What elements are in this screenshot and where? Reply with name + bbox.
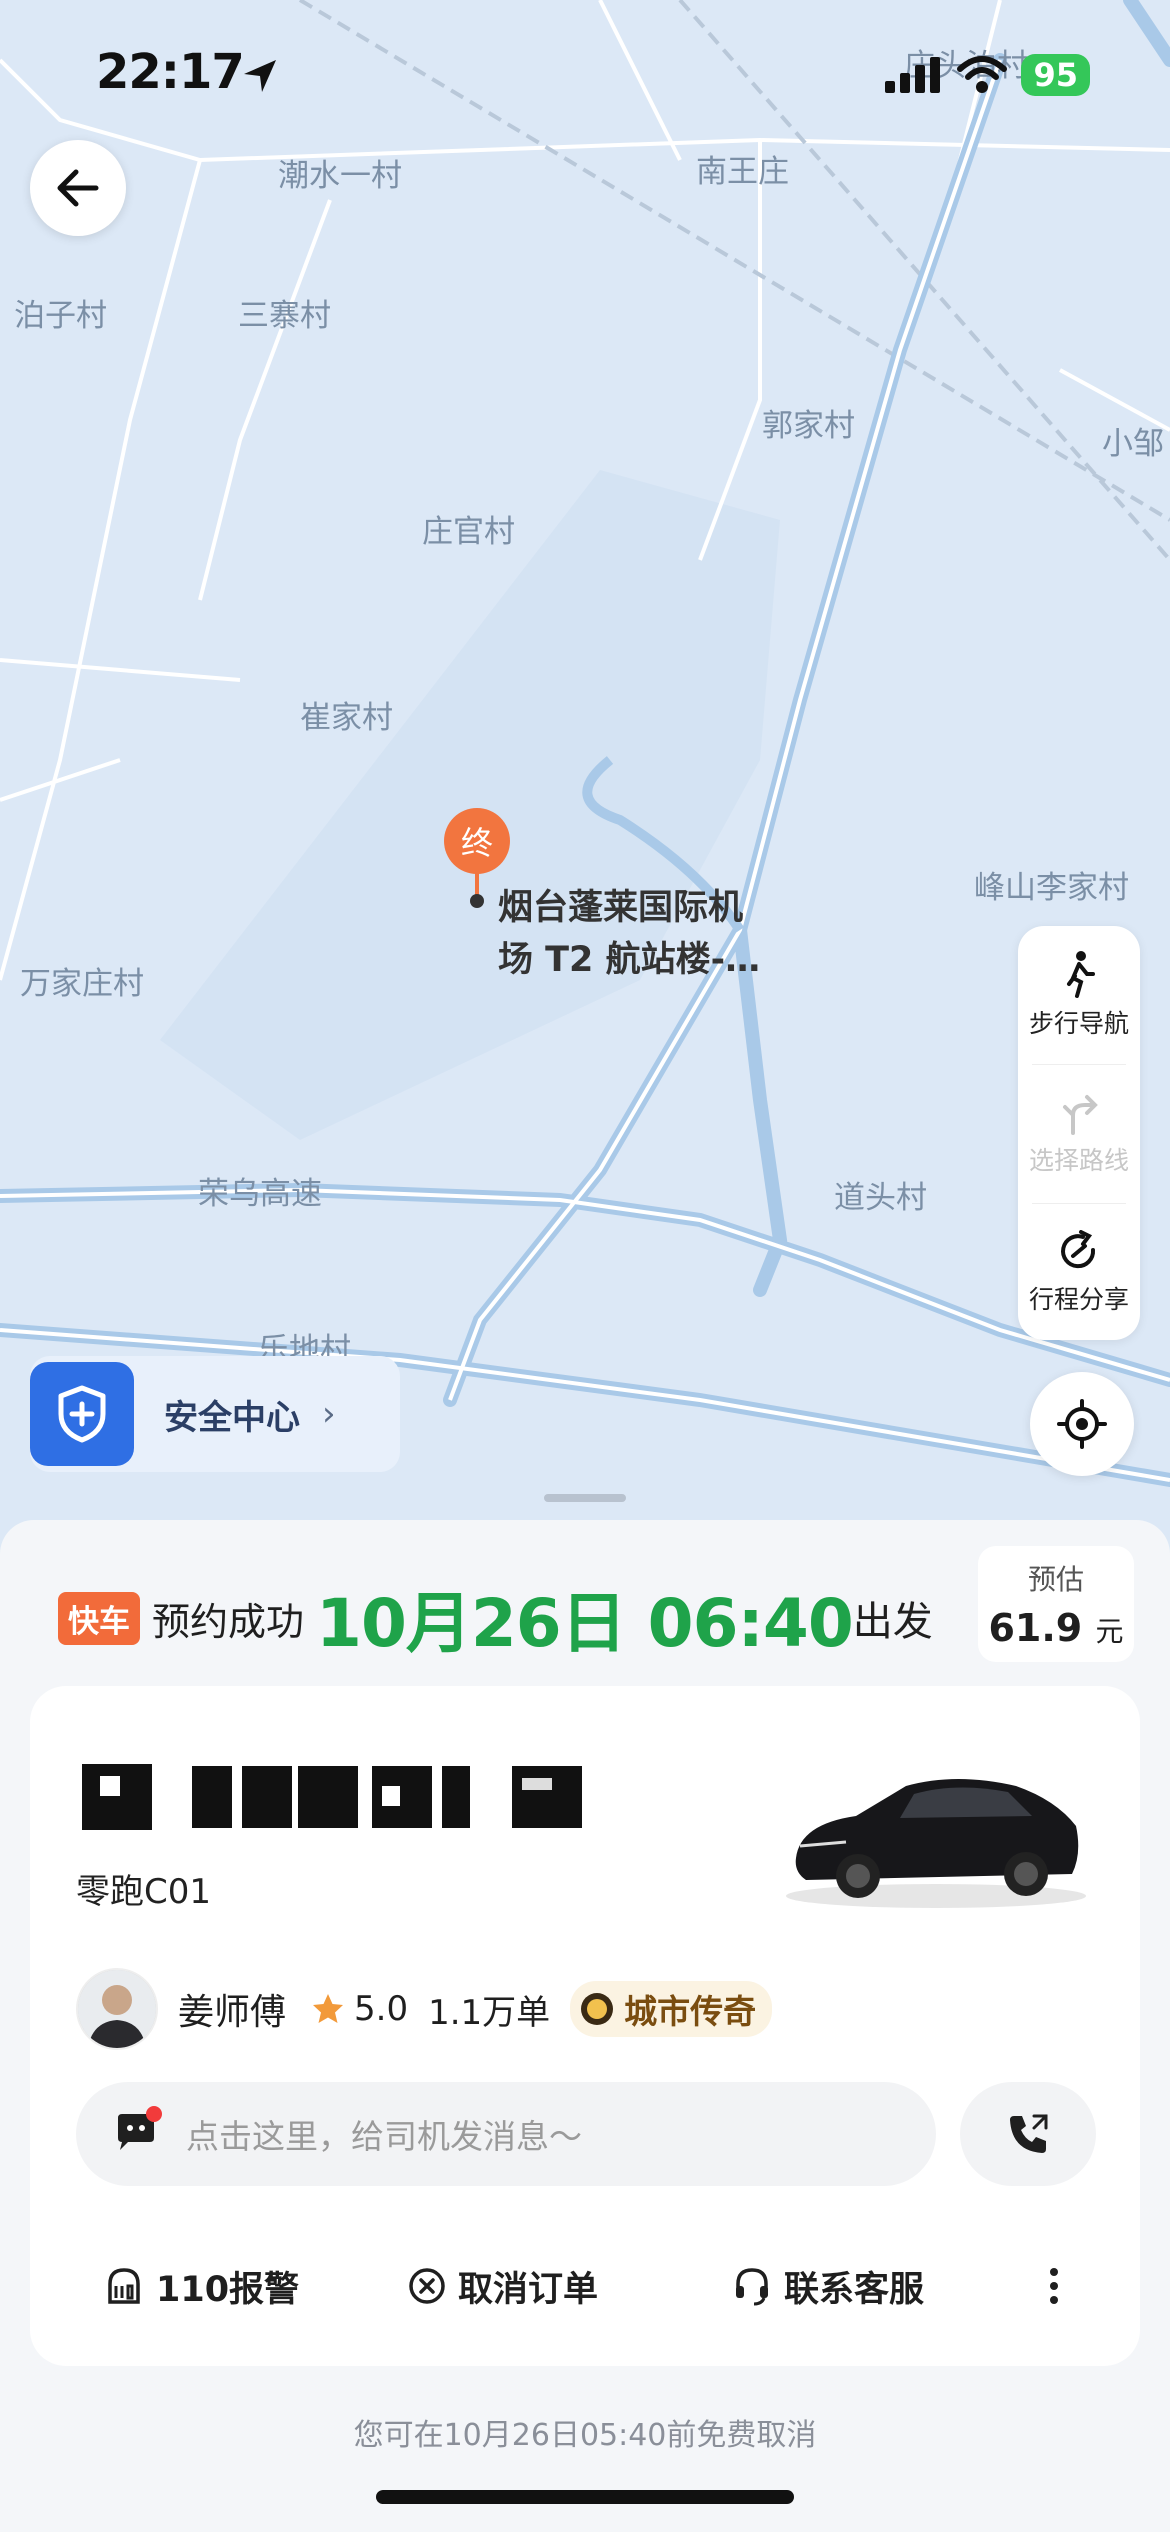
estimate-unit: 元 (1095, 1615, 1124, 1648)
chevron-right-icon: › (322, 1394, 336, 1434)
back-arrow-icon (57, 169, 99, 207)
fare-estimate[interactable]: 预估 61.9 元 (978, 1546, 1134, 1662)
action-bar: 110报警 取消订单 联系客服 (30, 2246, 1140, 2326)
cellular-signal-icon (885, 57, 941, 93)
wifi-icon (957, 56, 1008, 93)
map-place-label: 道头村 (834, 1180, 927, 1216)
departure-datetime: 10月26日 06:40 (316, 1585, 854, 1662)
walking-icon (1067, 951, 1095, 998)
battery-indicator: 95 (1021, 54, 1090, 96)
customer-service-button[interactable]: 联系客服 (732, 2246, 924, 2326)
map-place-label: 小邹 (1102, 426, 1164, 462)
estimate-value: 61.9 (988, 1606, 1083, 1650)
medal-icon (581, 1993, 614, 2025)
driver-avatar[interactable] (76, 1968, 158, 2050)
map-place-label: 崔家村 (300, 700, 393, 736)
home-indicator[interactable] (376, 2490, 794, 2504)
car-model: 零跑C01 (76, 1872, 212, 1912)
back-button[interactable] (30, 140, 126, 236)
sheet-drag-handle[interactable] (544, 1494, 626, 1502)
map-view[interactable]: 潮水一村 南王庄 泊子村 三寨村 郭家村 小邹 庄官村 崔家村 峰山李家村 万家… (0, 0, 1170, 1540)
unread-dot (146, 2106, 162, 2122)
free-cancel-note: 您可在10月26日05:40前免费取消 (353, 2418, 817, 2453)
map-place-label: 万家庄村 (20, 966, 144, 1002)
headset-icon (736, 2268, 768, 2306)
phone-icon (1010, 2114, 1048, 2153)
destination-pin[interactable]: 终 (444, 808, 510, 874)
walk-nav-label: 步行导航 (1028, 1009, 1129, 1038)
star-icon (313, 1994, 344, 2023)
trip-share-label: 行程分享 (1028, 1285, 1129, 1314)
choose-route-button[interactable]: 选择路线 (1018, 1065, 1140, 1203)
service-type-badge: 快车 (58, 1591, 140, 1645)
cancel-order-button[interactable]: 取消订单 (408, 2246, 598, 2326)
safety-center-button[interactable]: 安全中心 › (30, 1356, 400, 1472)
map-place-label: 潮水一村 (278, 158, 402, 194)
avatar-image (78, 1970, 156, 2048)
destination-label: 烟台蓬莱国际机 场 T2 航站楼-… (498, 882, 760, 986)
map-place-label: 南王庄 (696, 154, 789, 190)
location-arrow-icon (244, 60, 276, 92)
map-place-label: 峰山李家村 (974, 870, 1129, 906)
safety-center-label: 安全中心 (164, 1397, 300, 1438)
police-110-label: 110报警 (156, 2269, 300, 2310)
driver-card: 零跑C01 姜师傅 5.0 1.1万单 城市传奇 点击这里，给司机发消息～ 11… (30, 1686, 1140, 2366)
shield-plus-icon (30, 1362, 134, 1466)
route-fork-icon (1063, 1095, 1098, 1135)
driver-order-count: 1.1万单 (428, 1992, 551, 2033)
driver-info-row: 姜师傅 5.0 1.1万单 城市传奇 (76, 1968, 773, 2050)
destination-label-line2: 场 T2 航站楼-… (498, 940, 761, 980)
crosshair-icon (1057, 1399, 1107, 1449)
status-time: 22:17 (96, 44, 245, 100)
cancel-circle-icon (409, 2268, 445, 2304)
customer-service-label: 联系客服 (784, 2269, 925, 2310)
car-image (786, 1779, 1086, 1908)
call-driver-button[interactable] (960, 2082, 1096, 2186)
choose-route-label: 选择路线 (1028, 1146, 1129, 1175)
map-roads (0, 0, 1170, 1487)
more-vertical-icon[interactable] (1048, 2266, 1060, 2306)
share-refresh-icon (1061, 1230, 1096, 1269)
map-place-label: 荣乌高速 (198, 1176, 322, 1212)
booking-status: 预约成功 (152, 1599, 305, 1644)
alarm-110-icon (108, 2268, 140, 2304)
driver-rating: 5.0 (354, 1989, 409, 2029)
driver-name: 姜师傅 (178, 1992, 287, 2033)
police-110-button[interactable]: 110报警 (104, 2246, 299, 2326)
estimate-value-row: 61.9 元 (978, 1606, 1134, 1650)
message-driver-input[interactable]: 点击这里，给司机发消息～ (76, 2082, 936, 2186)
walk-nav-button[interactable]: 步行导航 (1018, 926, 1140, 1064)
status-icons: 95 (883, 54, 1090, 96)
estimate-label: 预估 (1027, 1563, 1084, 1596)
map-place-label: 庄官村 (422, 514, 515, 550)
map-place-label: 三寨村 (238, 298, 331, 334)
driver-title: 城市传奇 (624, 1992, 757, 2031)
depart-label: 出发 (852, 1599, 933, 1645)
order-status-row: 快车 预约成功 10月26日 06:40 出发 (58, 1570, 933, 1666)
trip-share-button[interactable]: 行程分享 (1018, 1204, 1140, 1342)
destination-label-line1: 烟台蓬莱国际机 (498, 888, 744, 928)
map-place-label: 泊子村 (14, 298, 107, 334)
chat-bubble-icon (114, 2106, 162, 2156)
status-bar: 22:17 95 (0, 0, 1170, 140)
license-plate-redacted (82, 1764, 582, 1830)
message-placeholder: 点击这里，给司机发消息～ (186, 2117, 582, 2156)
cancel-order-label: 取消订单 (458, 2269, 599, 2310)
driver-title-badge: 城市传奇 (570, 1981, 773, 2037)
locate-me-button[interactable] (1030, 1372, 1134, 1476)
destination-pin-dot (470, 894, 484, 908)
map-place-label: 郭家村 (762, 408, 855, 444)
map-side-panel: 步行导航 选择路线 行程分享 (1018, 926, 1140, 1340)
